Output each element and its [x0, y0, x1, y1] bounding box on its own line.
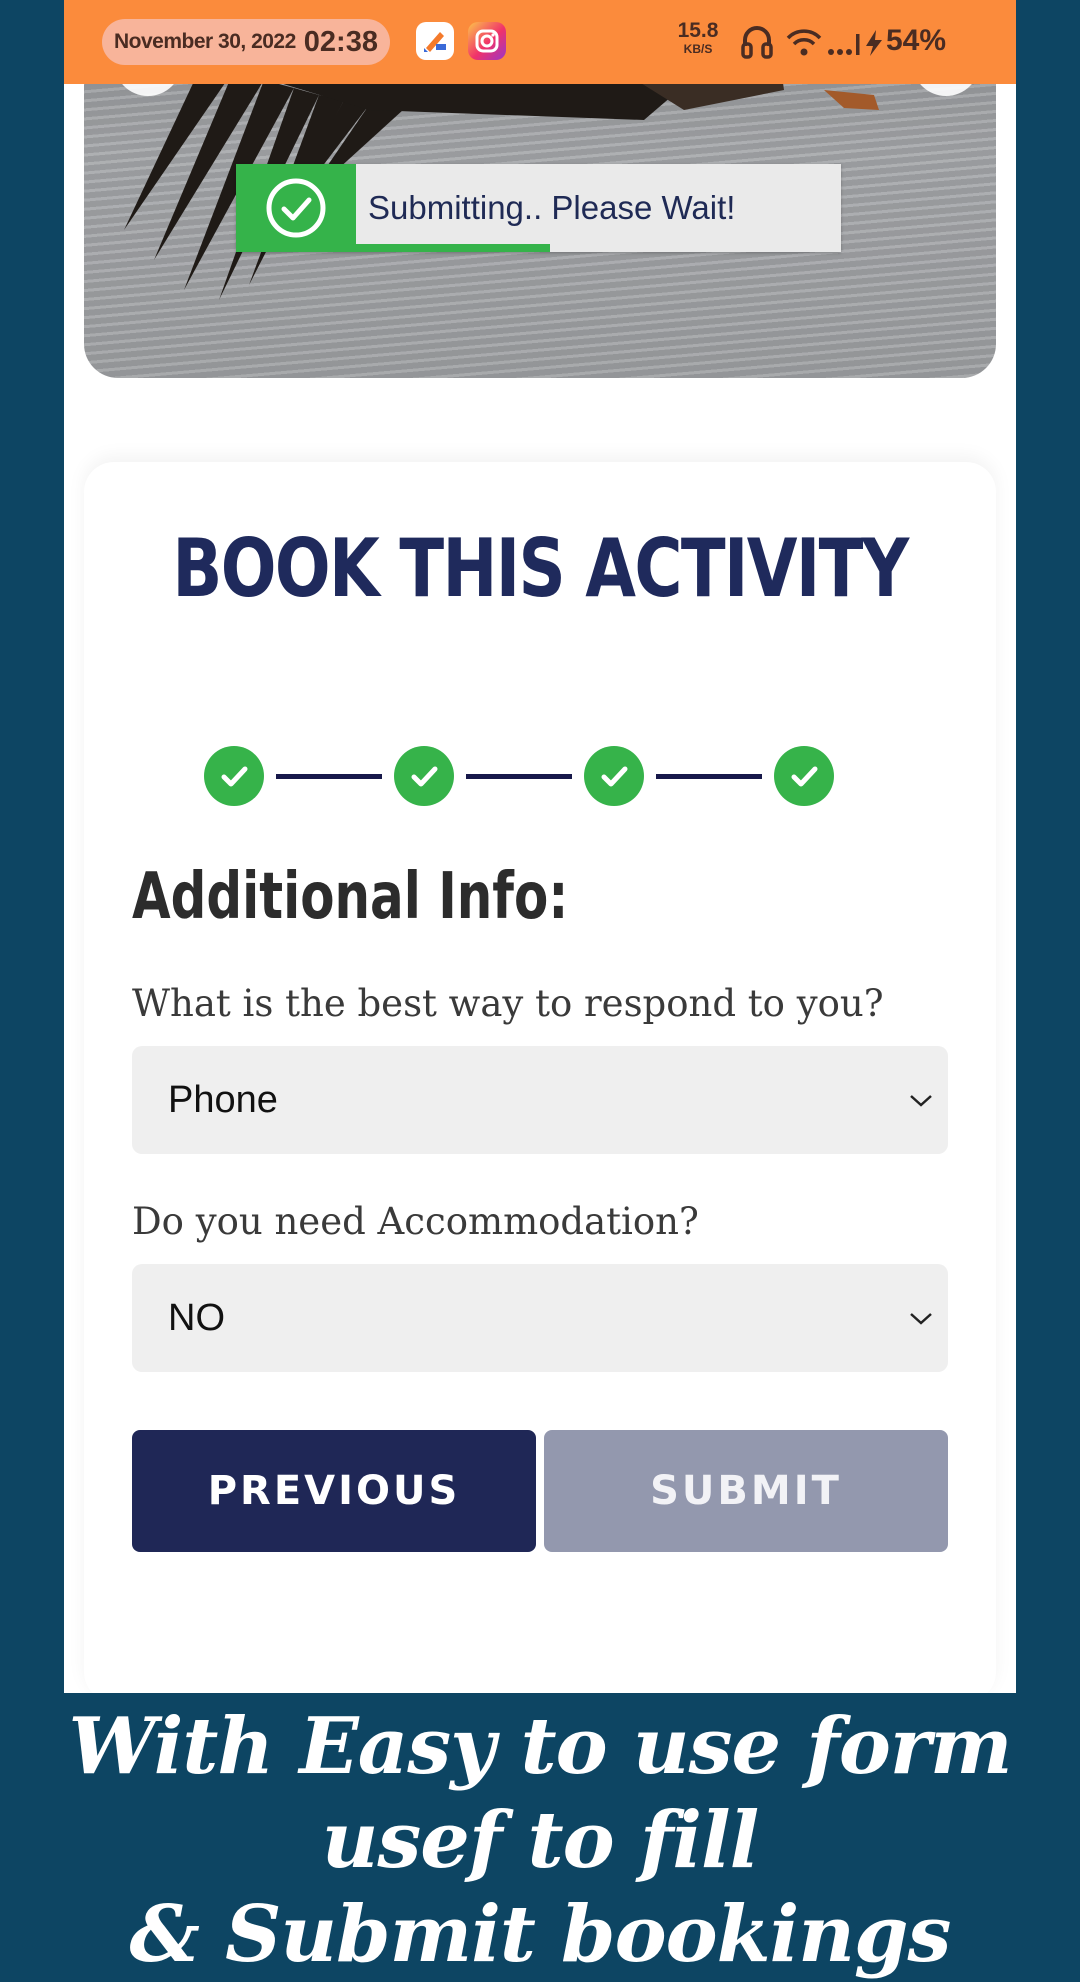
status-date: November 30, 2022	[114, 30, 296, 53]
toast-progress-bar	[356, 244, 550, 252]
toast-message: Submitting.. Please Wait!	[368, 189, 736, 226]
caption-line-1: With Easy to use form usef to fill	[68, 1701, 1013, 1886]
chevron-down-icon	[910, 1313, 932, 1325]
battery-percent: 54%	[886, 24, 947, 57]
network-speed: 15.8 KB/S	[672, 20, 724, 55]
accommodation-select[interactable]: NO	[132, 1264, 948, 1372]
toast-check-icon	[236, 164, 356, 252]
accommodation-value: NO	[168, 1296, 225, 1339]
previous-button[interactable]: PREVIOUS	[132, 1430, 536, 1552]
wifi-icon	[786, 29, 822, 56]
step-connector	[276, 773, 382, 779]
response-method-label: What is the best way to respond to you?	[132, 982, 884, 1025]
step-4-complete-icon	[774, 746, 834, 806]
submit-button[interactable]: SUBMIT	[544, 1430, 948, 1552]
phone-screen: November 30, 2022 02:38 15.8 KB/S 54% Su…	[64, 0, 1016, 1693]
headphones-icon	[741, 26, 773, 59]
network-speed-value: 15.8	[677, 19, 719, 42]
booking-form-card: BOOK THIS ACTIVITY Additional Info: What…	[84, 462, 996, 1693]
status-time: 02:38	[303, 25, 378, 58]
status-bar: November 30, 2022 02:38 15.8 KB/S 54%	[64, 0, 1016, 84]
step-indicator	[204, 744, 834, 808]
step-connector	[466, 773, 572, 779]
step-3-complete-icon	[584, 746, 644, 806]
promo-caption: With Easy to use form usef to fill & Sub…	[0, 1700, 1080, 1982]
status-datetime: November 30, 2022 02:38	[102, 19, 390, 65]
form-title: BOOK THIS ACTIVITY	[172, 522, 909, 615]
step-1-complete-icon	[204, 746, 264, 806]
accommodation-label: Do you need Accommodation?	[132, 1200, 699, 1243]
pencil-app-icon	[416, 22, 454, 60]
caption-line-2: & Submit bookings	[129, 1889, 952, 1980]
chevron-down-icon	[910, 1095, 932, 1107]
response-method-value: Phone	[168, 1078, 278, 1121]
section-title: Additional Info:	[132, 860, 569, 934]
submitting-toast: Submitting.. Please Wait!	[236, 164, 841, 252]
step-connector	[656, 773, 762, 779]
step-2-complete-icon	[394, 746, 454, 806]
instagram-icon	[468, 22, 506, 60]
response-method-select[interactable]: Phone	[132, 1046, 948, 1154]
network-speed-unit: KB/S	[683, 42, 713, 56]
signal-charging-icon	[828, 30, 882, 56]
